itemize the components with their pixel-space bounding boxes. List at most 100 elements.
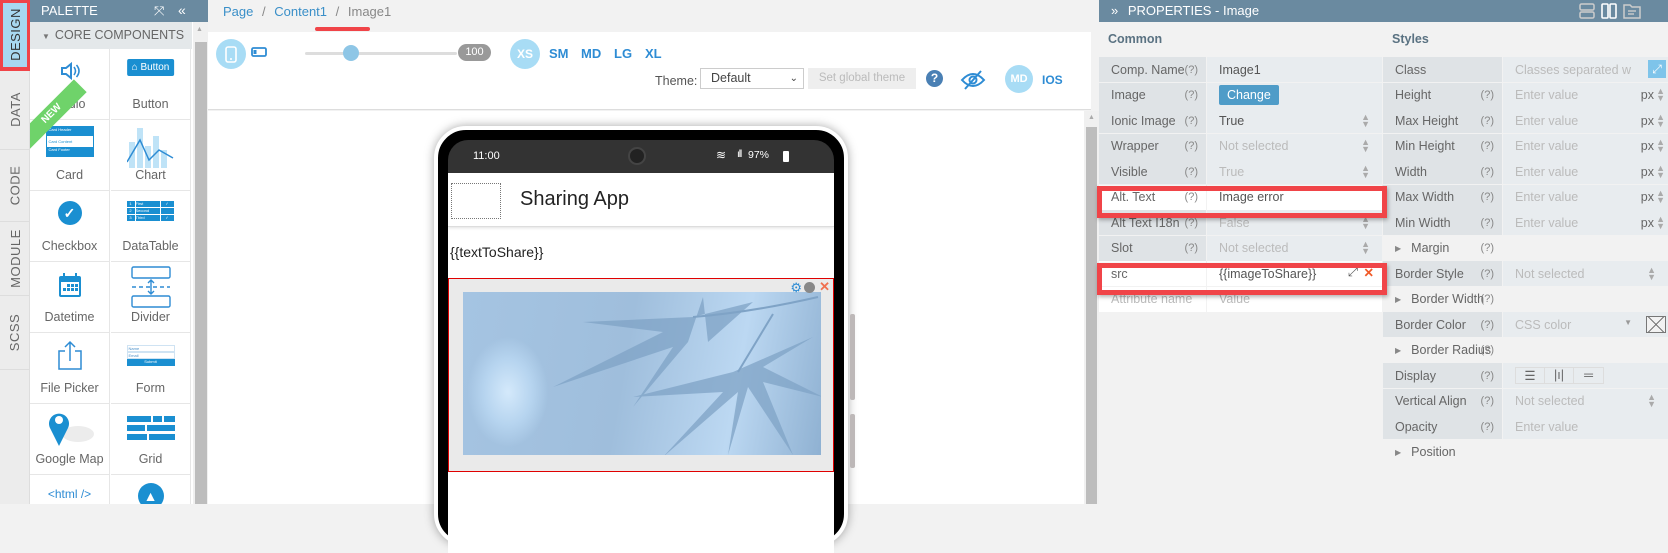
caret-down-icon[interactable]: ▼ (1624, 318, 1632, 327)
prop-value-ionic-image[interactable]: True ▲ ▼ (1207, 108, 1382, 133)
help-hint[interactable]: (?) (1185, 140, 1198, 152)
layout-folder-icon[interactable] (1623, 3, 1641, 19)
style-value-class[interactable]: Classes separated w ⤢ (1503, 57, 1668, 82)
scroll-up-icon[interactable]: ▲ (196, 26, 203, 33)
help-hint[interactable]: (?) (1185, 166, 1198, 178)
canvas-scrollbar[interactable]: ▲ (1084, 111, 1099, 504)
style-value-border-style[interactable]: Not selected ▲ ▼ (1503, 261, 1668, 286)
help-hint[interactable]: (?) (1185, 89, 1198, 101)
help-icon[interactable]: ? (926, 70, 943, 87)
style-row-border-width[interactable]: ▶ Border Width (?) (1383, 286, 1668, 313)
style-row-border-radius[interactable]: ▶ Border Radius (?) (1383, 337, 1668, 364)
help-hint[interactable]: (?) (1481, 344, 1494, 356)
tab-module[interactable]: MODULE (0, 222, 30, 296)
help-hint[interactable]: (?) (1481, 293, 1494, 305)
palette-section-header[interactable]: ▼ CORE COMPONENTS (30, 22, 192, 49)
header-placeholder[interactable] (451, 183, 501, 219)
help-hint[interactable]: (?) (1185, 217, 1198, 229)
palette-scroll-thumb[interactable] (195, 42, 207, 504)
tab-design[interactable]: DESIGN (0, 0, 31, 71)
style-value-min-height[interactable]: Enter value px ▲ ▼ (1503, 133, 1668, 159)
help-hint[interactable]: (?) (1481, 115, 1494, 127)
display-flex-icon[interactable]: |ı| (1545, 368, 1574, 383)
tab-code[interactable]: CODE (0, 150, 30, 222)
set-global-theme-button[interactable]: Set global theme (808, 68, 916, 89)
palette-item-chart[interactable]: Chart (111, 120, 191, 191)
text-to-share[interactable]: {{textToShare}} (450, 244, 543, 260)
help-hint[interactable]: (?) (1185, 242, 1198, 254)
selected-image-component[interactable]: ⚙ ✕ (448, 278, 834, 472)
palette-item-grid[interactable]: Grid (111, 404, 191, 475)
prop-value-visible[interactable]: True ▲ ▼ (1207, 159, 1382, 184)
palette-item-file-picker[interactable]: File Picker (30, 333, 110, 404)
hide-eye-icon[interactable] (960, 70, 986, 90)
style-value-max-height[interactable]: Enter value px ▲ ▼ (1503, 108, 1668, 133)
style-value-width[interactable]: Enter value px ▲ ▼ (1503, 159, 1668, 184)
help-hint[interactable]: (?) (1481, 395, 1494, 407)
help-hint[interactable]: (?) (1481, 242, 1494, 254)
style-value-border-color[interactable]: CSS color ▼ (1503, 312, 1668, 337)
expand-class-icon[interactable]: ⤢ (1648, 60, 1666, 78)
breakpoint-xl[interactable]: XL (645, 46, 662, 61)
gear-icon[interactable]: ⚙ (790, 280, 802, 296)
theme-select[interactable]: Default ⌄ (700, 68, 804, 89)
palette-item-divider[interactable]: Divider (111, 262, 191, 333)
breadcrumb-page[interactable]: Page (223, 4, 253, 19)
palette-item-datatable[interactable]: 1 First ✓ 2 Second 3 Third ✓ DataTable (111, 191, 191, 262)
phone-landscape-icon[interactable] (251, 46, 267, 58)
breakpoint-lg[interactable]: LG (614, 46, 632, 61)
style-row-margin[interactable]: ▶ Margin (?) (1383, 235, 1668, 262)
hide-toggle-icon[interactable] (804, 282, 815, 293)
breadcrumb-image1[interactable]: Image1 (348, 4, 391, 19)
expand-panel-icon[interactable]: » (1111, 3, 1118, 18)
help-hint[interactable]: (?) (1481, 421, 1494, 433)
zoom-slider-track[interactable] (305, 52, 457, 55)
display-inline-icon[interactable]: ═ (1574, 368, 1603, 383)
breakpoint-xs[interactable]: XS (510, 39, 540, 69)
help-hint[interactable]: (?) (1481, 217, 1494, 229)
zoom-slider-thumb[interactable] (342, 45, 359, 61)
style-value-opacity[interactable]: Enter value (1503, 414, 1668, 439)
scroll-up-icon[interactable]: ▲ (1088, 114, 1095, 121)
platform-ios-button[interactable]: IOS (1042, 73, 1063, 87)
collapse-all-icon[interactable]: ⤧ (154, 0, 164, 22)
palette-item-checkbox[interactable]: ✓ Checkbox (30, 191, 110, 262)
tab-data[interactable]: DATA (0, 70, 30, 150)
palette-item-html[interactable]: <html /> (30, 475, 110, 504)
layout-rows-icon[interactable] (1579, 3, 1595, 19)
prop-value-comp-name[interactable]: Image1 (1207, 57, 1382, 82)
display-block-icon[interactable]: ☰ (1516, 368, 1545, 383)
palette-item-button[interactable]: ⌂ Button Button (111, 49, 191, 120)
layout-columns-icon[interactable] (1601, 3, 1617, 19)
help-hint[interactable]: (?) (1481, 268, 1494, 280)
tab-scss[interactable]: SCSS (0, 296, 30, 370)
palette-item-datetime[interactable]: Datetime (30, 262, 110, 333)
help-hint[interactable]: (?) (1481, 166, 1494, 178)
style-value-vertical-align[interactable]: Not selected ▲ ▼ (1503, 388, 1668, 414)
palette-scrollbar[interactable]: ▲ (193, 22, 208, 504)
palette-item-form[interactable]: Name Email Submit Form (111, 333, 191, 404)
palette-item-google-map[interactable]: Google Map (30, 404, 110, 475)
prop-value-image[interactable]: Change (1207, 82, 1382, 108)
style-value-max-width[interactable]: Enter value px ▲ ▼ (1503, 184, 1668, 210)
prop-value-slot[interactable]: Not selected ▲ ▼ (1207, 235, 1382, 261)
platform-md-button[interactable]: MD (1005, 65, 1033, 93)
help-hint[interactable]: (?) (1185, 115, 1198, 127)
color-swatch-none[interactable] (1646, 316, 1666, 333)
portrait-device-button[interactable] (216, 39, 246, 69)
help-hint[interactable]: (?) (1481, 319, 1494, 331)
help-hint[interactable]: (?) (1481, 370, 1494, 382)
collapse-panel-icon[interactable]: « (178, 0, 186, 21)
prop-value-wrapper[interactable]: Not selected ▲ ▼ (1207, 133, 1382, 159)
close-icon[interactable]: ✕ (819, 279, 830, 295)
canvas-scroll-thumb[interactable] (1086, 127, 1097, 504)
palette-item-scroll-top[interactable]: ▲ (111, 475, 191, 504)
change-image-button[interactable]: Change (1219, 85, 1279, 105)
style-value-height[interactable]: Enter value px ▲ ▼ (1503, 82, 1668, 108)
help-hint[interactable]: (?) (1481, 89, 1494, 101)
help-hint[interactable]: (?) (1185, 64, 1198, 76)
help-hint[interactable]: (?) (1481, 191, 1494, 203)
style-value-min-width[interactable]: Enter value px ▲ ▼ (1503, 210, 1668, 235)
help-hint[interactable]: (?) (1481, 140, 1494, 152)
style-row-position[interactable]: ▶ Position (1383, 439, 1668, 466)
